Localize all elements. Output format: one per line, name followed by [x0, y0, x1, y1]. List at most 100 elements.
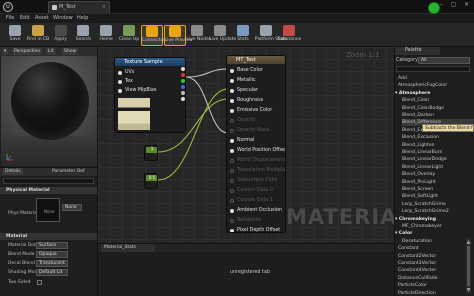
material-preview-viewport[interactable]: [1, 56, 97, 166]
palette-category[interactable]: ▾ Color: [395, 230, 467, 237]
phys-material-label: Phys Material: [8, 211, 39, 216]
texture-output-pin[interactable]: [181, 97, 185, 101]
lit-button[interactable]: Lit: [46, 48, 56, 55]
material-domain-dropdown[interactable]: Surface: [36, 242, 68, 249]
palette-item[interactable]: DistanceCullFade: [398, 275, 470, 282]
texture-output-pin[interactable]: [181, 79, 185, 83]
palette-item[interactable]: Blend_LinearDodge: [402, 156, 474, 163]
viewport-options-button[interactable]: ▾: [2, 48, 9, 55]
document-tab[interactable]: M_Test ×: [48, 1, 110, 13]
palette-item[interactable]: Lerp_ScratchGrime: [402, 201, 474, 208]
palette-item[interactable]: Blend_Exclusion: [402, 134, 474, 141]
unreal-logo-icon[interactable]: U: [3, 2, 13, 12]
palette-item[interactable]: Blend_LinearBurn: [402, 149, 474, 156]
palette-item[interactable]: MF_Chromakeyer: [402, 223, 474, 230]
palette-item[interactable]: ParticleDirection: [398, 290, 470, 296]
toolbar-button-label: Connectors: [141, 38, 168, 43]
toolbar-connectors-button[interactable]: Connectors: [140, 25, 168, 46]
texture-output-pin[interactable]: [181, 67, 185, 71]
section-material[interactable]: Material: [0, 233, 97, 240]
toolbar-live-update-button[interactable]: Live Update: [209, 25, 236, 46]
decal-blend-mode-dropdown[interactable]: Translucent: [36, 260, 68, 267]
material-graph-canvas[interactable]: Zoom 1:1 MATERIAL Texture Sample UVs Tex…: [98, 47, 394, 243]
palette-item[interactable]: Blend_PinLight: [402, 179, 474, 186]
menu-help[interactable]: Help: [77, 15, 88, 21]
texture-output-pin[interactable]: [181, 91, 185, 95]
toolbar-substance-button[interactable]: Substance: [278, 25, 301, 46]
palette-item[interactable]: AtmosphericFogColor: [398, 82, 470, 89]
palette-item[interactable]: Blend_ColorBodge: [402, 105, 474, 112]
palette-item[interactable]: Blend_Overlay: [402, 171, 474, 178]
toolbar-button-label: Save: [9, 37, 21, 42]
perspective-button[interactable]: Perspective: [12, 48, 43, 55]
palette-item[interactable]: Blend_SoftLight: [402, 193, 474, 200]
two-sided-checkbox[interactable]: [37, 280, 42, 285]
tab-close-icon[interactable]: ×: [102, 2, 106, 13]
pin-label: Roughness: [237, 98, 264, 103]
toolbar-find-in-cb-button[interactable]: Find in CB: [27, 25, 49, 46]
palette-item[interactable]: Constant2Vector: [398, 253, 470, 260]
tab-palette[interactable]: Palette: [395, 47, 440, 55]
toolbar-platform-stats-button[interactable]: Platform Stats: [255, 25, 287, 46]
pin-label: Custom Data 1: [237, 198, 273, 203]
tab-parameter-defaults[interactable]: Parameter Def: [50, 168, 87, 175]
pin-dot-icon: [230, 219, 234, 223]
maximize-button[interactable]: ▢: [448, 0, 459, 9]
palette-item[interactable]: Blend_Screen: [402, 186, 474, 193]
palette-item[interactable]: Add: [398, 75, 470, 82]
toolbar-button-label: Live Nodes: [186, 37, 212, 42]
minimize-button[interactable]: –: [436, 0, 447, 9]
palette-item[interactable]: Lerp_ScratchGrime2: [402, 208, 474, 215]
palette-item[interactable]: Blend_Lighten: [402, 142, 474, 149]
toolbar-live-nodes-button[interactable]: Live Nodes: [186, 25, 212, 46]
toolbar-home-button[interactable]: Home: [95, 25, 117, 46]
palette-item[interactable]: ParticleColor: [398, 282, 470, 289]
palette-item[interactable]: Blend_LinearLight: [402, 164, 474, 171]
palette-item[interactable]: Constant: [398, 245, 470, 252]
constant-node-1[interactable]: 1: [144, 145, 158, 161]
preview-sphere: [11, 62, 89, 140]
toolbar-search-button[interactable]: Search: [72, 25, 94, 46]
shading-model-dropdown[interactable]: Default Lit: [36, 269, 68, 276]
palette-search-input[interactable]: [396, 66, 470, 72]
tab-material-stats[interactable]: Material_Stats: [101, 244, 155, 252]
blend-mode-dropdown[interactable]: Opaque: [36, 251, 68, 258]
palette-category[interactable]: ▾ Atmosphere: [395, 90, 467, 97]
menu-edit[interactable]: Edit: [20, 15, 30, 21]
prop-blend-mode: Blend Mode Opaque: [0, 251, 97, 259]
menu-window[interactable]: Window: [53, 15, 73, 21]
texture-output-pin[interactable]: [181, 73, 185, 77]
palette-scrollbar[interactable]: [466, 238, 471, 294]
palette-item[interactable]: Blend_Darken: [402, 112, 474, 119]
palette-category-dropdown[interactable]: All: [418, 57, 470, 64]
section-physical-material[interactable]: Physical Material: [0, 187, 97, 194]
toolbar-button-label: Stats: [237, 37, 249, 42]
phys-material-thumbnail[interactable]: None: [36, 198, 60, 222]
material-result-node[interactable]: MT_Test Base Color Metallic Specular Roughn…: [226, 55, 286, 233]
constant-node-2[interactable]: 0.5: [144, 173, 158, 189]
texture-output-pin[interactable]: [181, 85, 185, 89]
document-tab-title: M_Test: [59, 4, 76, 10]
texture-sample-node[interactable]: Texture Sample UVs Tex View MipBias: [114, 57, 186, 133]
live-preview-icon: [168, 26, 181, 37]
toolbar-save-button[interactable]: Save: [4, 25, 26, 46]
toolbar-clean-up-button[interactable]: Clean Up: [118, 25, 140, 46]
palette-item[interactable]: Constant4Vector: [398, 267, 470, 274]
details-search-input[interactable]: [3, 178, 94, 184]
palette-item[interactable]: Constant3Vector: [398, 260, 470, 267]
phys-material-dropdown[interactable]: None: [62, 204, 82, 211]
prop-label: Shading Mod: [8, 270, 38, 275]
tab-details[interactable]: Details: [3, 168, 23, 175]
menu-file[interactable]: File: [6, 15, 14, 21]
palette-item[interactable]: Desaturation: [402, 238, 474, 245]
toolbar-live-preview-button[interactable]: Live Preview: [163, 25, 193, 46]
close-window-button[interactable]: ✕: [461, 0, 472, 9]
pin-label: Specular: [237, 88, 258, 93]
menu-asset[interactable]: Asset: [35, 15, 49, 21]
palette-item[interactable]: Blend_Color: [402, 97, 474, 104]
palette-category[interactable]: ▾ Chromakeying: [395, 216, 467, 223]
toolbar-stats-button[interactable]: Stats: [232, 25, 254, 46]
toolbar-apply-button[interactable]: Apply: [50, 25, 72, 46]
connectors-icon: [145, 26, 158, 37]
show-button[interactable]: Show: [62, 48, 79, 55]
